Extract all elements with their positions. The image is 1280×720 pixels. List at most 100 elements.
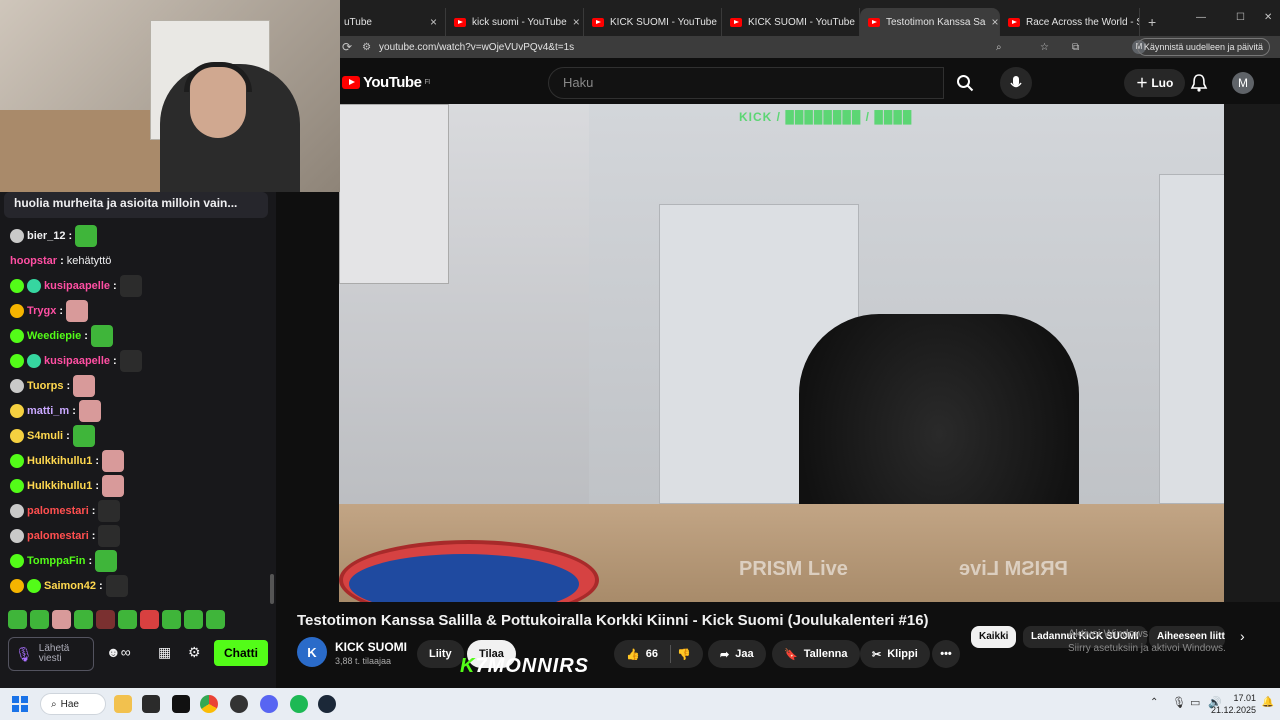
chat-username[interactable]: kusipaapelle [44, 355, 110, 367]
reload-icon[interactable]: ⟳ [342, 40, 352, 54]
chat-message: Weediepie: [10, 324, 113, 348]
chat-emote-icon [73, 375, 96, 397]
microphone-icon[interactable]: 🎙 [15, 647, 33, 661]
taskbar-clock[interactable]: 17.01 21.12.2025 [1211, 692, 1256, 716]
app-icon-n[interactable] [142, 695, 160, 713]
chat-emote-icon [98, 500, 121, 522]
notifications-bell-icon[interactable] [1188, 72, 1210, 94]
chip-scroll-right-icon[interactable]: › [1240, 628, 1245, 644]
windows-activation-subtitle: Siirry asetuksiin ja aktivoi Windows. [1068, 643, 1226, 654]
user-badge-icon [10, 429, 24, 443]
more-actions-button[interactable]: ••• [932, 640, 960, 668]
quick-emote-icon[interactable] [96, 610, 115, 629]
browser-tab[interactable]: Testotimon Kanssa Sa × [860, 8, 1000, 36]
chrome-icon[interactable] [200, 695, 218, 713]
search-button[interactable] [944, 67, 986, 99]
share-icon: ➦ [720, 648, 730, 661]
youtube-logo[interactable]: YouTube FI [342, 74, 430, 91]
create-label: Luo [1151, 76, 1174, 90]
restart-update-button[interactable]: Käynnistä uudelleen ja päivitä [1136, 38, 1270, 56]
quick-emote-icon[interactable] [118, 610, 137, 629]
search-icon [957, 75, 974, 92]
channel-avatar[interactable]: K [297, 637, 327, 667]
taskbar-search[interactable]: ⌕ Hae [40, 693, 106, 715]
quick-emote-icon[interactable] [52, 610, 71, 629]
site-info-icon[interactable]: ⚙ [362, 42, 371, 53]
chat-username[interactable]: S4muli [27, 430, 63, 442]
quick-emote-icon[interactable] [30, 610, 49, 629]
filter-chip-all[interactable]: Kaikki [971, 626, 1017, 648]
app-icon-x[interactable] [172, 695, 190, 713]
zoom-icon[interactable]: ⌕ [996, 42, 1002, 53]
browser-tab[interactable]: KICK SUOMI - YouTube× [722, 8, 860, 36]
chat-username[interactable]: Trygx [27, 305, 56, 317]
chat-username[interactable]: Hulkkihullu1 [27, 455, 92, 467]
obs-icon[interactable] [230, 695, 248, 713]
store-icon[interactable]: ▦ [158, 644, 171, 661]
chat-send-button[interactable]: Chatti [214, 640, 268, 666]
url-text[interactable]: youtube.com/watch?v=wOjeVUvPQv4&t=1s [379, 42, 574, 53]
bookmark-icon: 🔖 [784, 648, 798, 661]
chat-username[interactable]: Weediepie [27, 330, 81, 342]
maximize-window-icon[interactable]: ☐ [1236, 12, 1245, 23]
thumbs-down-icon[interactable]: 👎 [677, 648, 691, 661]
chat-username[interactable]: bier_12 [27, 230, 66, 242]
browser-tab[interactable]: Race Across the World - S× [1000, 8, 1140, 36]
channel-name[interactable]: KICK SUOMI [335, 640, 407, 654]
notification-center-icon[interactable]: 🔔 [1262, 697, 1274, 708]
clock-time: 17.01 [1233, 693, 1256, 703]
quick-emote-icon[interactable] [162, 610, 181, 629]
chat-username[interactable]: palomestari [27, 505, 89, 517]
clip-button[interactable]: ✂ Klippi [860, 640, 930, 668]
address-bar[interactable]: ⟳ ⚙ youtube.com/watch?v=wOjeVUvPQv4&t=1s… [336, 36, 1280, 58]
chat-username[interactable]: Tuorps [27, 380, 63, 392]
close-tab-icon[interactable]: × [992, 15, 999, 29]
like-button[interactable]: 👍 66 👎 [614, 640, 703, 668]
chat-username[interactable]: palomestari [27, 530, 89, 542]
account-avatar[interactable]: M [1232, 72, 1254, 94]
browser-tab[interactable]: KICK SUOMI - YouTube× [584, 8, 722, 36]
quick-emote-icon[interactable] [140, 610, 159, 629]
create-button[interactable]: ＋ Luo [1124, 69, 1186, 97]
quick-emote-icon[interactable] [184, 610, 203, 629]
chat-username[interactable]: matti_m [27, 405, 69, 417]
chat-username[interactable]: kusipaapelle [44, 280, 110, 292]
tray-network-icon[interactable]: ▭ [1190, 696, 1200, 709]
file-explorer-icon[interactable] [114, 695, 132, 713]
browser-tab[interactable]: kick suomi - YouTube × [446, 8, 584, 36]
voice-search-button[interactable] [1000, 67, 1032, 99]
bookmark-star-icon[interactable]: ☆ [1040, 42, 1049, 53]
close-tab-icon[interactable]: × [430, 15, 437, 29]
quick-emote-icon[interactable] [8, 610, 27, 629]
thumbs-up-icon: 👍 [626, 648, 640, 661]
tray-chevron-icon[interactable]: ⌃ [1150, 697, 1158, 708]
emote-picker-icon[interactable]: ☻∞ [106, 644, 131, 660]
video-player[interactable]: KICK / ████████ / ████ PRISM Live PRISM … [339, 104, 1224, 602]
discord-icon[interactable] [260, 695, 278, 713]
minimize-window-icon[interactable]: — [1196, 12, 1206, 23]
chat-username[interactable]: TomppaFin [27, 555, 85, 567]
spotify-icon[interactable] [290, 695, 308, 713]
steam-icon[interactable] [318, 695, 336, 713]
chat-message-input[interactable]: 🎙 Lähetä viesti [8, 637, 94, 671]
quick-emote-icon[interactable] [206, 610, 225, 629]
chat-username[interactable]: Hulkkihullu1 [27, 480, 92, 492]
new-tab-icon[interactable]: + [1148, 14, 1156, 30]
close-tab-icon[interactable]: × [573, 15, 580, 29]
tray-mic-icon[interactable]: 🎙 [1172, 696, 1186, 709]
close-window-icon[interactable]: ✕ [1264, 12, 1272, 23]
browser-tab[interactable]: uTube × [336, 8, 446, 36]
chat-username[interactable]: Saimon42 [44, 580, 96, 592]
quick-emote-icon[interactable] [74, 610, 93, 629]
chat-scrollbar[interactable] [270, 574, 274, 604]
chat-username[interactable]: hoopstar [10, 255, 57, 267]
extensions-icon[interactable]: ⧉ [1072, 42, 1079, 53]
windows-start-icon[interactable] [12, 696, 28, 712]
pinned-message[interactable]: huolia murheita ja asioita milloin vain.… [4, 192, 268, 218]
search-input[interactable]: Haku [548, 67, 944, 99]
share-button[interactable]: ➦ Jaa [708, 640, 766, 668]
chat-emote-icon [95, 550, 118, 572]
save-button[interactable]: 🔖 Tallenna [772, 640, 860, 668]
join-button[interactable]: Liity [417, 640, 464, 668]
settings-gear-icon[interactable]: ⚙ [188, 644, 201, 661]
